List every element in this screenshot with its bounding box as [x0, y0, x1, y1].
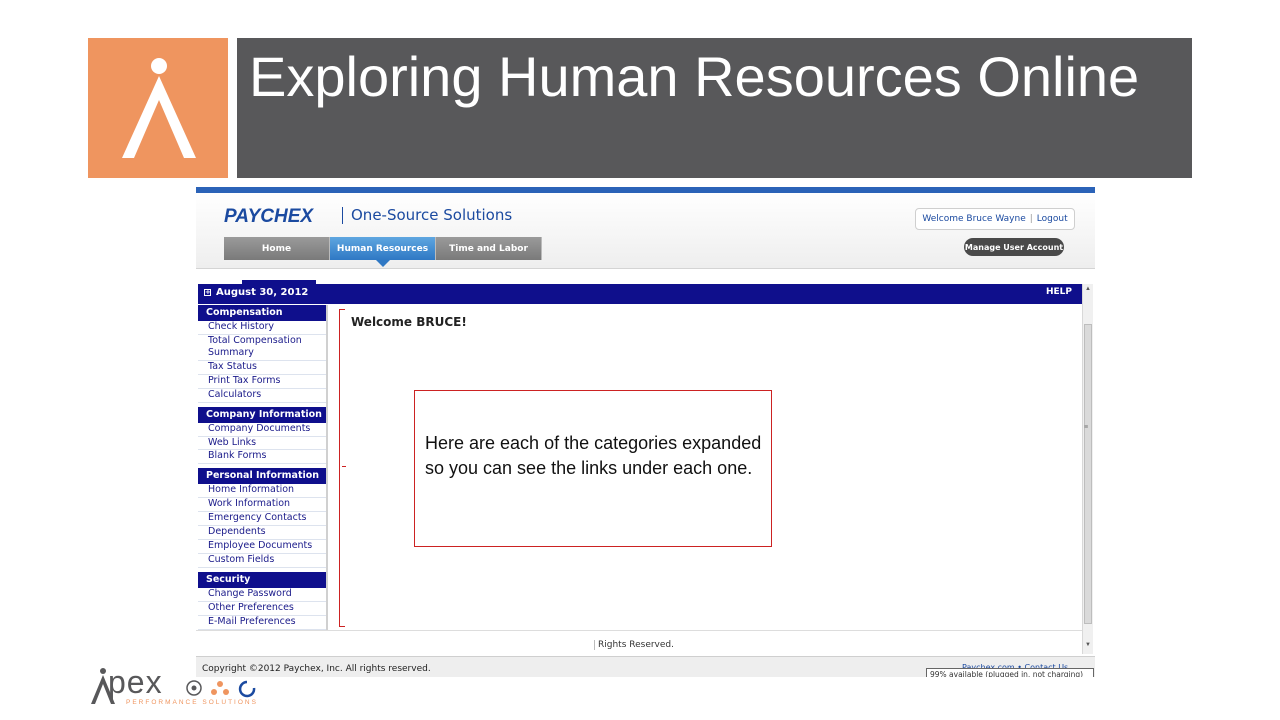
menu-link-email-preferences[interactable]: E-Mail Preferences [198, 615, 326, 630]
menu-link-web-links[interactable]: Web Links [198, 436, 326, 451]
annotation-bracket [339, 309, 345, 627]
slide-logo [88, 38, 228, 178]
app-header: PAYCHEX One-Source Solutions Welcome Bru… [196, 193, 1095, 269]
content-divider [196, 630, 1082, 631]
menu-link-tax-status[interactable]: Tax Status [198, 360, 326, 375]
brand-subtitle: One-Source Solutions [342, 207, 512, 224]
separator: | [1029, 214, 1033, 224]
scroll-down-arrow-icon[interactable]: ▼ [1085, 642, 1091, 648]
date-bar: + August 30, 2012 HELP [198, 284, 1084, 304]
menu-link-other-preferences[interactable]: Other Preferences [198, 601, 326, 616]
app-footer: Copyright ©2012 Paychex, Inc. All rights… [196, 656, 1095, 677]
expand-icon[interactable]: + [204, 289, 211, 296]
lambda-logo-icon [122, 58, 196, 158]
left-menu: Compensation Check History Total Compens… [198, 305, 328, 630]
menu-link-company-documents[interactable]: Company Documents [198, 422, 326, 437]
welcome-user: Welcome Bruce Wayne [922, 214, 1026, 224]
menu-link-check-history[interactable]: Check History [198, 321, 326, 335]
menu-link-home-information[interactable]: Home Information [198, 484, 326, 499]
menu-link-print-tax-forms[interactable]: Print Tax Forms [198, 374, 326, 389]
menu-section-compensation[interactable]: Compensation [198, 305, 326, 321]
tab-home[interactable]: Home [224, 237, 330, 260]
menu-link-emergency-contacts[interactable]: Emergency Contacts [198, 512, 326, 527]
apex-brand: pex PERFORMANCE SOLUTIONS [88, 664, 268, 710]
callout-box: Here are each of the categories expanded… [414, 390, 772, 547]
menu-link-total-compensation-summary[interactable]: Total Compensation Summary [198, 334, 326, 361]
menu-section-company-information[interactable]: Company Information [198, 406, 326, 423]
logout-link[interactable]: Logout [1037, 214, 1068, 224]
menu-link-dependents[interactable]: Dependents [198, 526, 326, 540]
menu-link-employee-documents[interactable]: Employee Documents [198, 539, 326, 554]
date-text: August 30, 2012 [216, 287, 309, 298]
apex-wordmark: pex [108, 664, 163, 700]
tab-human-resources[interactable]: Human Resources [330, 237, 436, 267]
welcome-message: Welcome BRUCE! [351, 315, 467, 329]
menu-link-work-information[interactable]: Work Information [198, 498, 326, 513]
tab-time-and-labor[interactable]: Time and Labor [436, 237, 542, 260]
help-link[interactable]: HELP [1046, 287, 1072, 297]
battery-status-tooltip: 99% available (plugged in, not charging) [926, 668, 1094, 677]
callout-text: Here are each of the categories expanded… [425, 433, 762, 478]
slide-title: Exploring Human Resources Online [249, 45, 1140, 108]
menu-section-personal-information[interactable]: Personal Information [198, 468, 326, 485]
vertical-scrollbar[interactable]: ▲ ≡ ▼ [1082, 284, 1093, 654]
date-display: + August 30, 2012 [204, 287, 308, 298]
rights-reserved-text: Rights Reserved. [594, 640, 674, 650]
annotation-bracket-tick [342, 466, 346, 467]
scroll-grip-icon: ≡ [1084, 424, 1089, 431]
menu-link-blank-forms[interactable]: Blank Forms [198, 450, 326, 465]
apex-icons [186, 680, 256, 698]
brand-logo[interactable]: PAYCHEX [224, 206, 313, 228]
scroll-up-arrow-icon[interactable]: ▲ [1085, 286, 1091, 292]
main-tabs: Home Human Resources Time and Labor [224, 237, 542, 267]
menu-link-custom-fields[interactable]: Custom Fields [198, 553, 326, 568]
menu-section-security[interactable]: Security [198, 571, 326, 588]
manage-user-account-button[interactable]: Manage User Account [964, 238, 1064, 256]
slide-title-bar: Exploring Human Resources Online [237, 38, 1192, 178]
menu-link-calculators[interactable]: Calculators [198, 388, 326, 403]
scroll-thumb[interactable] [1084, 324, 1092, 624]
user-welcome-box: Welcome Bruce Wayne | Logout [915, 208, 1075, 230]
menu-link-change-password[interactable]: Change Password [198, 587, 326, 602]
apex-tagline: PERFORMANCE SOLUTIONS [126, 699, 258, 706]
